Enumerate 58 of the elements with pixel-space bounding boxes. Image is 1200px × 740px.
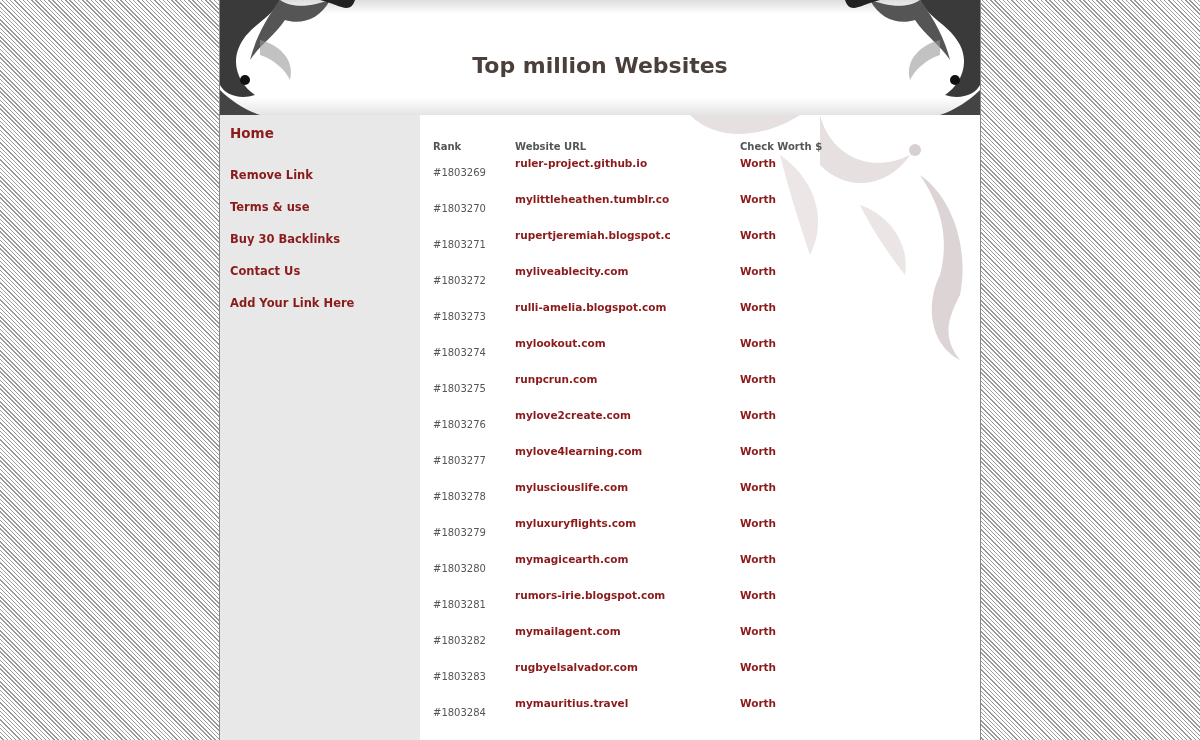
rank-cell-text: #1803281 [433,598,487,610]
worth-link[interactable]: Worth [740,697,777,709]
rank-cell-text: #1803280 [433,562,487,574]
website-link[interactable]: rugbyelsalvador.com [515,661,638,673]
website-link[interactable]: runpcrun.com [515,373,598,385]
rank-cell-text: #1803272 [433,274,487,286]
rank-cell-text: #1803270 [433,202,487,214]
website-link[interactable]: rumors-irie.blogspot.com [515,589,666,601]
worth-link[interactable]: Worth [740,481,777,493]
column-header: Check Worth $ [740,141,824,152]
column-header: Website URL [515,141,588,152]
worth-link[interactable]: Worth [740,553,777,565]
website-link[interactable]: mylittleheathen.tumblr.co [515,193,670,205]
worth-link[interactable]: Worth [740,409,777,421]
website-link[interactable]: myliveablecity.com [515,265,629,277]
rank-cell-text: #1803277 [433,454,487,466]
site-title: Top million Websites [472,52,728,78]
rank-cell-text: #1803274 [433,346,487,358]
nav-link[interactable]: Terms & use [230,200,310,214]
nav-link[interactable]: Add Your Link Here [230,296,355,310]
worth-link[interactable]: Worth [740,373,777,385]
website-link[interactable]: rupertjeremiah.blogspot.c [515,229,671,241]
worth-link[interactable]: Worth [740,301,777,313]
worth-link[interactable]: Worth [740,337,777,349]
website-link[interactable]: rulli-amelia.blogspot.com [515,301,667,313]
worth-link[interactable]: Worth [740,193,777,205]
website-link[interactable]: ruler-project.github.io [515,157,648,169]
column-header: Rank [433,141,463,152]
nav-link[interactable]: Buy 30 Backlinks [230,232,340,246]
website-link[interactable]: mylusciouslife.com [515,481,629,493]
rank-cell-text: #1803278 [433,490,487,502]
nav-link[interactable]: Contact Us [230,264,301,278]
website-link[interactable]: mymailagent.com [515,625,621,637]
rank-cell-text: #1803269 [433,166,487,178]
worth-link[interactable]: Worth [740,229,777,241]
worth-link[interactable]: Worth [740,661,777,673]
website-link[interactable]: mylove2create.com [515,409,631,421]
rank-cell-text: #1803271 [433,238,487,250]
worth-link[interactable]: Worth [740,157,777,169]
rank-cell-text: #1803283 [433,670,487,682]
rank-cell-text: #1803279 [433,526,487,538]
worth-link[interactable]: Worth [740,625,777,637]
website-link[interactable]: mymauritius.travel [515,697,629,709]
website-link[interactable]: myluxuryflights.com [515,517,637,529]
rank-cell-text: #1803284 [433,706,487,718]
rank-cell-text: #1803282 [433,634,487,646]
worth-link[interactable]: Worth [740,517,777,529]
rank-cell-text: #1803276 [433,418,487,430]
website-link[interactable]: mylookout.com [515,337,606,349]
worth-link[interactable]: Worth [740,265,777,277]
website-link[interactable]: mylove4learning.com [515,445,643,457]
rank-cell-text: #1803275 [433,382,487,394]
worth-link[interactable]: Worth [740,445,777,457]
worth-link[interactable]: Worth [740,589,777,601]
nav-link[interactable]: Remove Link [230,168,313,182]
home-link[interactable]: Home [230,125,274,141]
website-link[interactable]: mymagicearth.com [515,553,629,565]
rank-cell-text: #1803273 [433,310,487,322]
